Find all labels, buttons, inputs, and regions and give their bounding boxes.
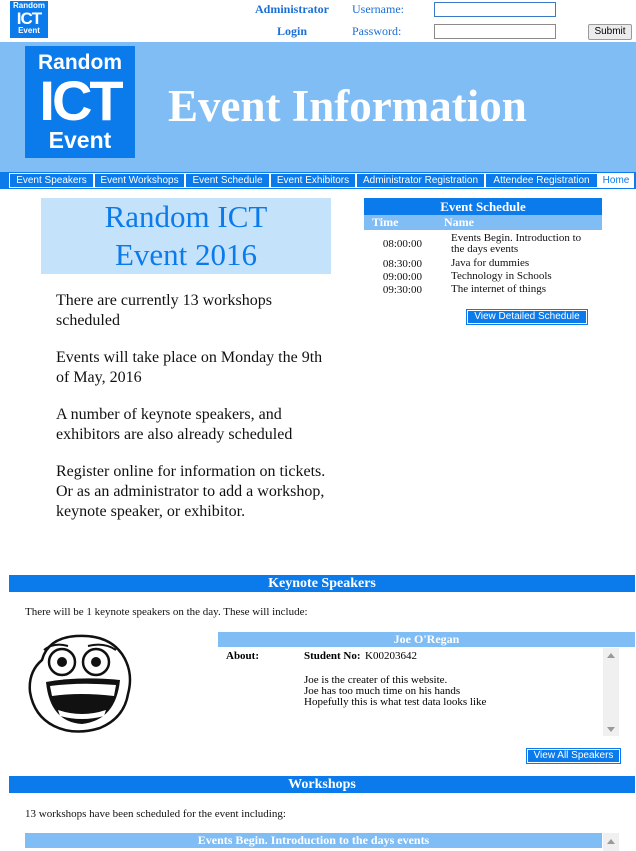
main-nav: Event Speakers Event Workshops Event Sch… [0, 172, 636, 189]
event-title-line: Random ICT [104, 199, 268, 234]
event-title-box: Random ICT Event 2016 [41, 198, 331, 274]
site-logo[interactable]: Random ICT Event [25, 46, 135, 158]
nav-home[interactable]: Home [598, 173, 634, 188]
schedule-name: Technology in Schools [451, 270, 552, 282]
schedule-time: 09:30:00 [382, 284, 422, 296]
logo-line: Event [18, 26, 40, 35]
administrator-link[interactable]: Administrator [255, 2, 329, 17]
nav-attendee-registration[interactable]: Attendee Registration [485, 173, 598, 188]
schedule-time: 09:00:00 [382, 271, 422, 283]
schedule-title: Event Schedule [364, 198, 602, 215]
speaker-photo [28, 634, 132, 733]
view-all-speakers-button[interactable]: View All Speakers [526, 748, 621, 764]
view-detailed-schedule-button[interactable]: View Detailed Schedule [466, 309, 588, 325]
schedule-name: Events Begin. Introduction to the days e… [451, 232, 582, 255]
submit-button[interactable]: Submit [588, 24, 632, 40]
info-paragraph: There are currently 13 workshops schedul… [56, 292, 272, 329]
student-no-value: K00203642 [365, 650, 417, 662]
workshop-title: Events Begin. Introduction to the days e… [25, 833, 602, 848]
username-field[interactable] [434, 2, 556, 17]
schedule-column-header: Time Name [364, 215, 602, 230]
nav-event-speakers[interactable]: Event Speakers [9, 173, 94, 188]
logo-line: ICT [16, 9, 42, 28]
schedule-name: Java for dummies [451, 257, 530, 269]
info-paragraph: Register online for information on ticke… [56, 463, 326, 520]
info-paragraph: Events will take place on Monday the 9th… [56, 349, 323, 386]
nav-event-schedule[interactable]: Event Schedule [185, 173, 270, 188]
workshops-section-title: Workshops [9, 776, 635, 793]
scroll-up-icon[interactable] [607, 653, 615, 658]
keynote-intro: There will be 1 keynote speakers on the … [25, 606, 308, 618]
nav-administrator-registration[interactable]: Administrator Registration [356, 173, 485, 188]
scroll-up-icon[interactable] [607, 839, 615, 844]
event-title-line: Event 2016 [114, 237, 258, 272]
speaker-scrollbar[interactable] [603, 648, 619, 736]
name-column-header: Name [444, 215, 474, 229]
time-column-header: Time [372, 215, 399, 229]
username-label: Username: [352, 2, 404, 16]
workshop-scrollbar[interactable] [603, 833, 619, 851]
speaker-name: Joe O'Regan [218, 632, 635, 647]
schedule-time: 08:30:00 [382, 258, 422, 270]
page-title: Event Information [168, 81, 527, 131]
info-paragraph: A number of keynote speakers, and exhibi… [56, 406, 293, 443]
top-bar: Random ICT Event Administrator Login Use… [0, 0, 636, 42]
password-field[interactable] [434, 24, 556, 39]
speaker-bio: Joe is the creater of this website. Joe … [304, 675, 486, 708]
site-logo-small[interactable]: Random ICT Event [10, 1, 48, 38]
schedule-name: The internet of things [451, 283, 547, 295]
header-banner: Random ICT Event Event Information [0, 42, 636, 172]
login-link[interactable]: Login [277, 24, 307, 39]
schedule-time: 08:00:00 [382, 238, 422, 250]
workshops-intro: 13 workshops have been scheduled for the… [25, 808, 286, 820]
logo-line: ICT [39, 69, 123, 132]
nav-event-exhibitors[interactable]: Event Exhibitors [270, 173, 356, 188]
nav-event-workshops[interactable]: Event Workshops [94, 173, 185, 188]
bio-line: Hopefully this is what test data looks l… [304, 696, 487, 708]
keynote-section-title: Keynote Speakers [9, 575, 635, 592]
password-label: Password: [352, 24, 402, 38]
speaker-details: About: Student No: K00203642 Joe is the … [218, 648, 619, 736]
student-no-label: Student No: [304, 650, 361, 662]
scroll-down-icon[interactable] [607, 727, 615, 732]
about-label: About: [226, 650, 260, 662]
